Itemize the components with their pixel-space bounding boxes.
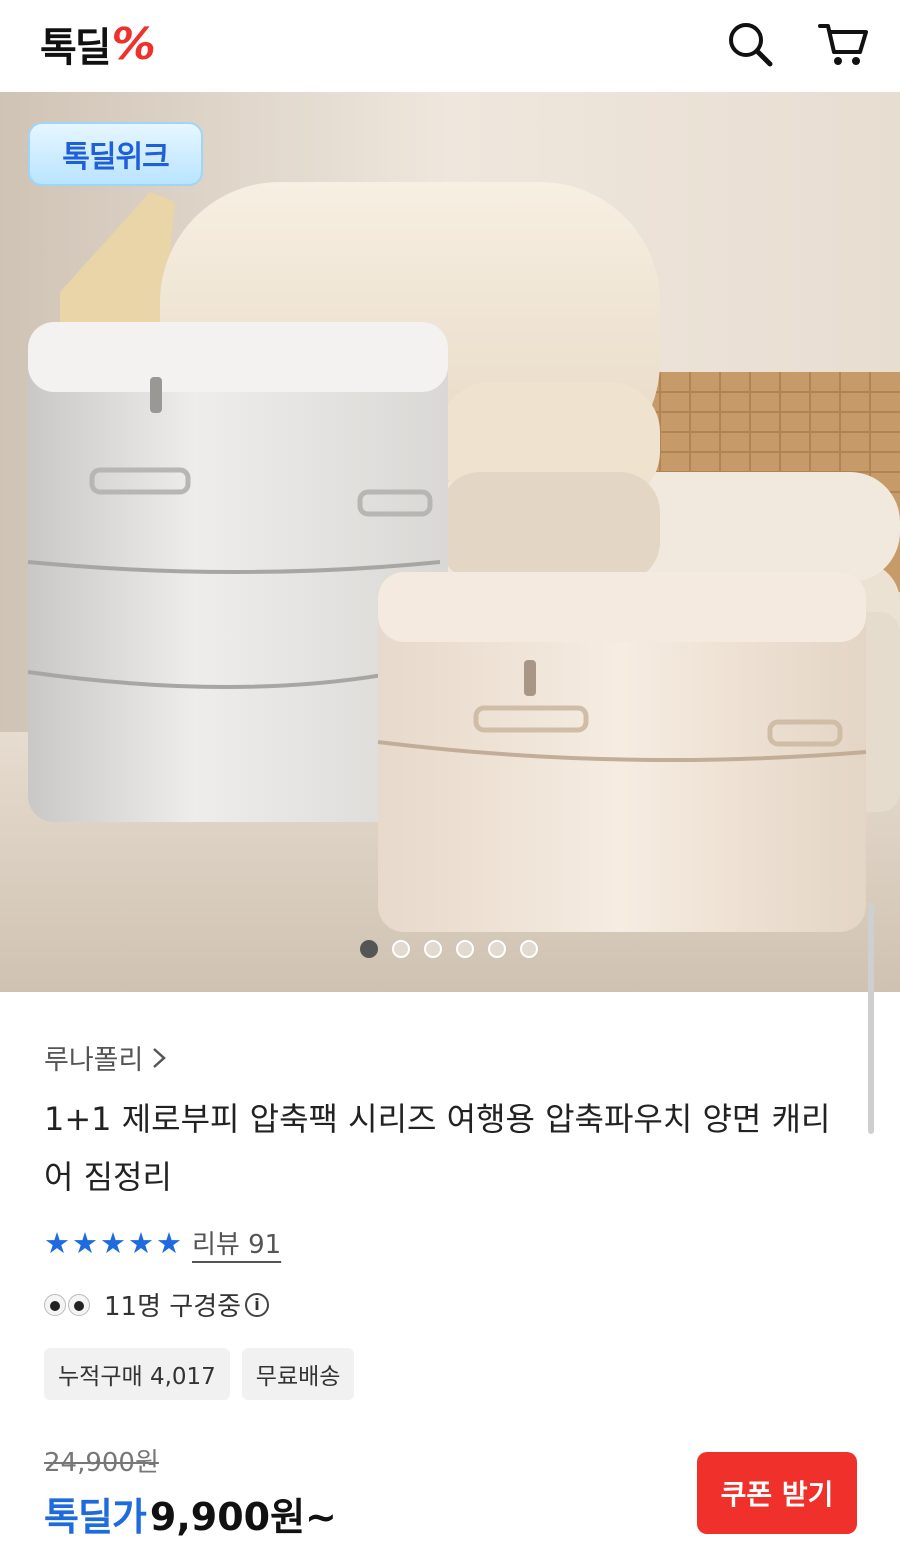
star-icon: ★ [128,1225,154,1260]
price-label: 톡딜가 [44,1495,147,1539]
carousel-dot[interactable] [392,940,410,958]
purchase-count-chip: 누적구매 4,017 [44,1348,230,1400]
carousel-dot[interactable] [424,940,442,958]
brand-link[interactable]: 루나폴리 [44,1038,167,1077]
carousel-pagination [360,940,538,958]
carousel-dot[interactable] [456,940,474,958]
info-icon[interactable]: i [245,1292,270,1317]
carousel-dot[interactable] [520,940,538,958]
original-price: 24,900원 [44,1448,159,1478]
search-icon[interactable] [722,16,778,72]
cart-icon[interactable] [816,16,872,72]
brand-name: 루나폴리 [44,1045,144,1076]
scrollbar[interactable] [868,902,874,1134]
review-count-link[interactable]: 리뷰 91 [192,1224,281,1261]
star-rating: ★ ★ ★ ★ ★ [44,1226,182,1260]
top-header: 톡딜 % [0,0,900,90]
star-icon: ★ [44,1225,70,1260]
star-icon: ★ [72,1225,98,1260]
product-photo [0,92,900,992]
viewers-text: 11명 구경중 [104,1292,242,1322]
star-icon: ★ [156,1225,182,1260]
talkdeal-week-badge: 톡딜위크 [28,122,203,186]
carousel-dot[interactable] [360,940,378,958]
star-icon: ★ [100,1225,126,1260]
logo-percent-symbol: % [111,18,156,70]
sale-price: 9,900원~ [149,1495,337,1539]
eyes-icon [44,1293,90,1316]
viewers-count: 11명 구경중 i [44,1286,270,1323]
price-row: 톡딜가 9,900원~ [44,1486,337,1541]
talkdeal-logo[interactable]: 톡딜 % [40,14,156,74]
carousel-dot[interactable] [488,940,506,958]
logo-text: 톡딜 [40,25,112,71]
coupon-button[interactable]: 쿠폰 받기 [697,1452,857,1534]
rating-row: ★ ★ ★ ★ ★ 리뷰 91 [44,1224,281,1261]
product-title: 1+1 제로부피 압축팩 시리즈 여행용 압축파우치 양면 캐리어 짐정리 [44,1100,831,1196]
product-tags: 누적구매 4,017 무료배송 [44,1348,355,1400]
product-image-carousel[interactable]: 톡딜위크 [0,92,900,992]
chevron-right-icon [153,1047,167,1068]
free-shipping-chip: 무료배송 [241,1348,355,1400]
